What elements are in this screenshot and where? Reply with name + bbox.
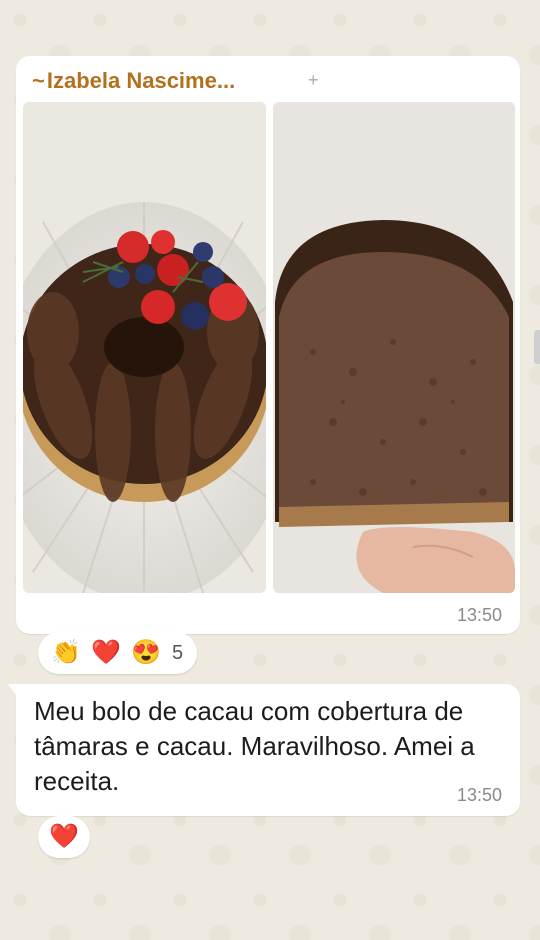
cake-slice-photo[interactable] [273,102,515,593]
message-text: Meu bolo de cacau com cobertura de tâmar… [34,696,475,796]
cake-whole-photo[interactable] [23,102,266,593]
cake-whole-illustration [23,102,266,593]
text-reactions-pill[interactable]: ❤️ [38,816,90,858]
red-heart-emoji: ❤️ [49,823,79,850]
sender-prefix: ~ [32,68,45,93]
sender-name-text: Izabela Nascime... [46,68,236,93]
reaction-count: 5 [172,641,184,664]
clapping-hands-emoji: 👏 [51,639,81,666]
red-heart-emoji: ❤️ [91,639,121,666]
text-message-bubble[interactable]: Meu bolo de cacau com cobertura de tâmar… [16,684,520,816]
sender-name[interactable]: ~Izabela Nascime... [32,68,235,94]
scroll-edge-handle[interactable] [534,330,540,364]
message-time: 13:50 [456,605,502,625]
cake-slice-illustration [273,102,515,593]
media-reactions-pill[interactable]: 👏 ❤️ 😍 5 [38,632,198,674]
sender-extra-mark: + [308,70,319,90]
media-message-bubble[interactable]: ~Izabela Nascime... + 13:50 [16,56,520,634]
heart-eyes-emoji: 😍 [131,639,161,666]
message-time: 13:50 [456,785,502,805]
